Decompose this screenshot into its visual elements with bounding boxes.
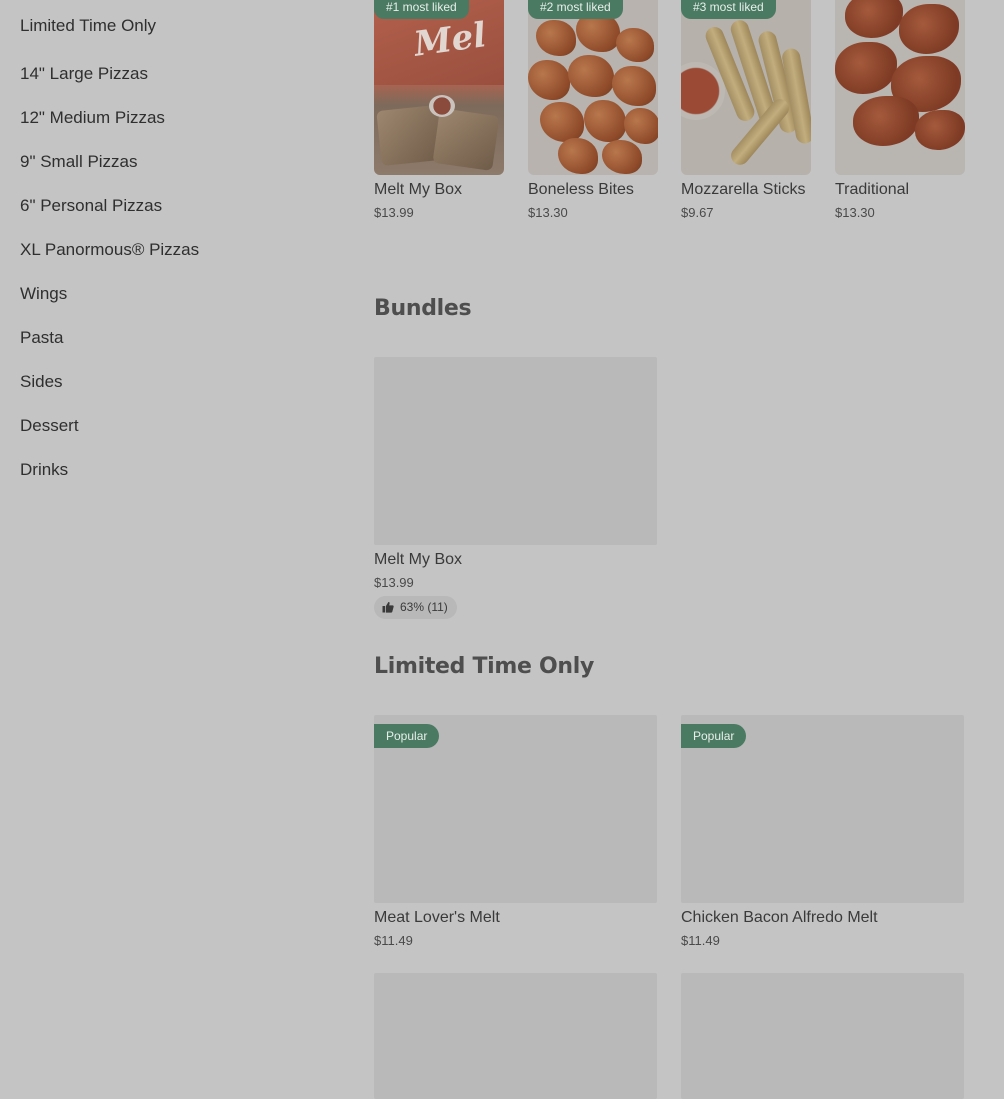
sidebar-item-14-large-pizzas[interactable]: 14" Large Pizzas	[20, 48, 320, 92]
rating-text: 63% (11)	[400, 600, 448, 614]
most-liked-carousel: Mel #1 most liked Melt My Box $13.99 #2 …	[374, 0, 974, 250]
thumbs-up-icon	[382, 601, 394, 613]
item-name: Melt My Box	[374, 181, 463, 198]
item-price: $11.49	[681, 933, 720, 948]
item-name: Traditional	[835, 181, 910, 198]
item-image: Popular	[681, 715, 964, 903]
most-liked-card[interactable]: Traditional $13.30	[835, 0, 965, 220]
item-name: Chicken Bacon Alfredo Melt	[681, 909, 878, 926]
item-name: Melt My Box	[374, 551, 463, 568]
item-name: Mozzarella Sticks	[681, 181, 806, 198]
item-name: Meat Lover's Melt	[374, 909, 500, 926]
item-price: $13.30	[835, 205, 875, 220]
sidebar-item-wings[interactable]: Wings	[20, 268, 320, 312]
item-price: $13.99	[374, 205, 414, 220]
most-liked-card[interactable]: #3 most liked Mozzarella Sticks $9.67	[681, 0, 811, 220]
sidebar-item-12-medium-pizzas[interactable]: 12" Medium Pizzas	[20, 92, 320, 136]
popular-badge: Popular	[681, 724, 747, 748]
item-price: $13.30	[528, 205, 568, 220]
sidebar-item-9-small-pizzas[interactable]: 9" Small Pizzas	[20, 136, 320, 180]
most-liked-badge: #3 most liked	[681, 0, 776, 19]
item-image: Mel #1 most liked	[374, 0, 504, 175]
most-liked-badge: #1 most liked	[374, 0, 469, 19]
item-price: $11.49	[374, 933, 413, 948]
item-image: Popular	[374, 715, 657, 903]
item-image	[681, 973, 964, 1099]
section-title-limited-time-only: Limited Time Only	[374, 654, 595, 679]
popular-badge: Popular	[374, 724, 440, 748]
limited-item-card[interactable]: Popular Meat Lover's Melt $11.49	[374, 715, 657, 948]
sidebar-item-xl-panormous-pizzas[interactable]: XL Panormous® Pizzas	[20, 224, 320, 268]
rating-badge: 63% (11)	[374, 596, 457, 619]
item-price: $13.99	[374, 575, 414, 590]
item-image	[835, 0, 965, 175]
item-image	[374, 973, 657, 1099]
section-title-bundles: Bundles	[374, 296, 472, 321]
sidebar-item-sides[interactable]: Sides	[20, 356, 320, 400]
most-liked-card[interactable]: #2 most liked Boneless Bites $13.30	[528, 0, 658, 220]
item-image: #3 most liked	[681, 0, 811, 175]
sidebar-item-drinks[interactable]: Drinks	[20, 444, 320, 488]
bundle-card[interactable]: Melt My Box $13.99 63% (11)	[374, 357, 657, 619]
sidebar-item-pasta[interactable]: Pasta	[20, 312, 320, 356]
item-name: Boneless Bites	[528, 181, 634, 198]
most-liked-card[interactable]: Mel #1 most liked Melt My Box $13.99	[374, 0, 504, 220]
limited-item-card[interactable]	[681, 973, 964, 1099]
item-price: $9.67	[681, 205, 714, 220]
item-image	[374, 357, 657, 545]
sidebar-item-limited-time-only[interactable]: Limited Time Only	[20, 0, 320, 48]
sidebar-item-6-personal-pizzas[interactable]: 6" Personal Pizzas	[20, 180, 320, 224]
limited-item-card[interactable]: Popular Chicken Bacon Alfredo Melt $11.4…	[681, 715, 964, 948]
item-image: #2 most liked	[528, 0, 658, 175]
most-liked-badge: #2 most liked	[528, 0, 623, 19]
category-sidebar: Limited Time Only 14" Large Pizzas 12" M…	[20, 0, 320, 488]
limited-item-card[interactable]	[374, 973, 657, 1099]
sidebar-item-dessert[interactable]: Dessert	[20, 400, 320, 444]
